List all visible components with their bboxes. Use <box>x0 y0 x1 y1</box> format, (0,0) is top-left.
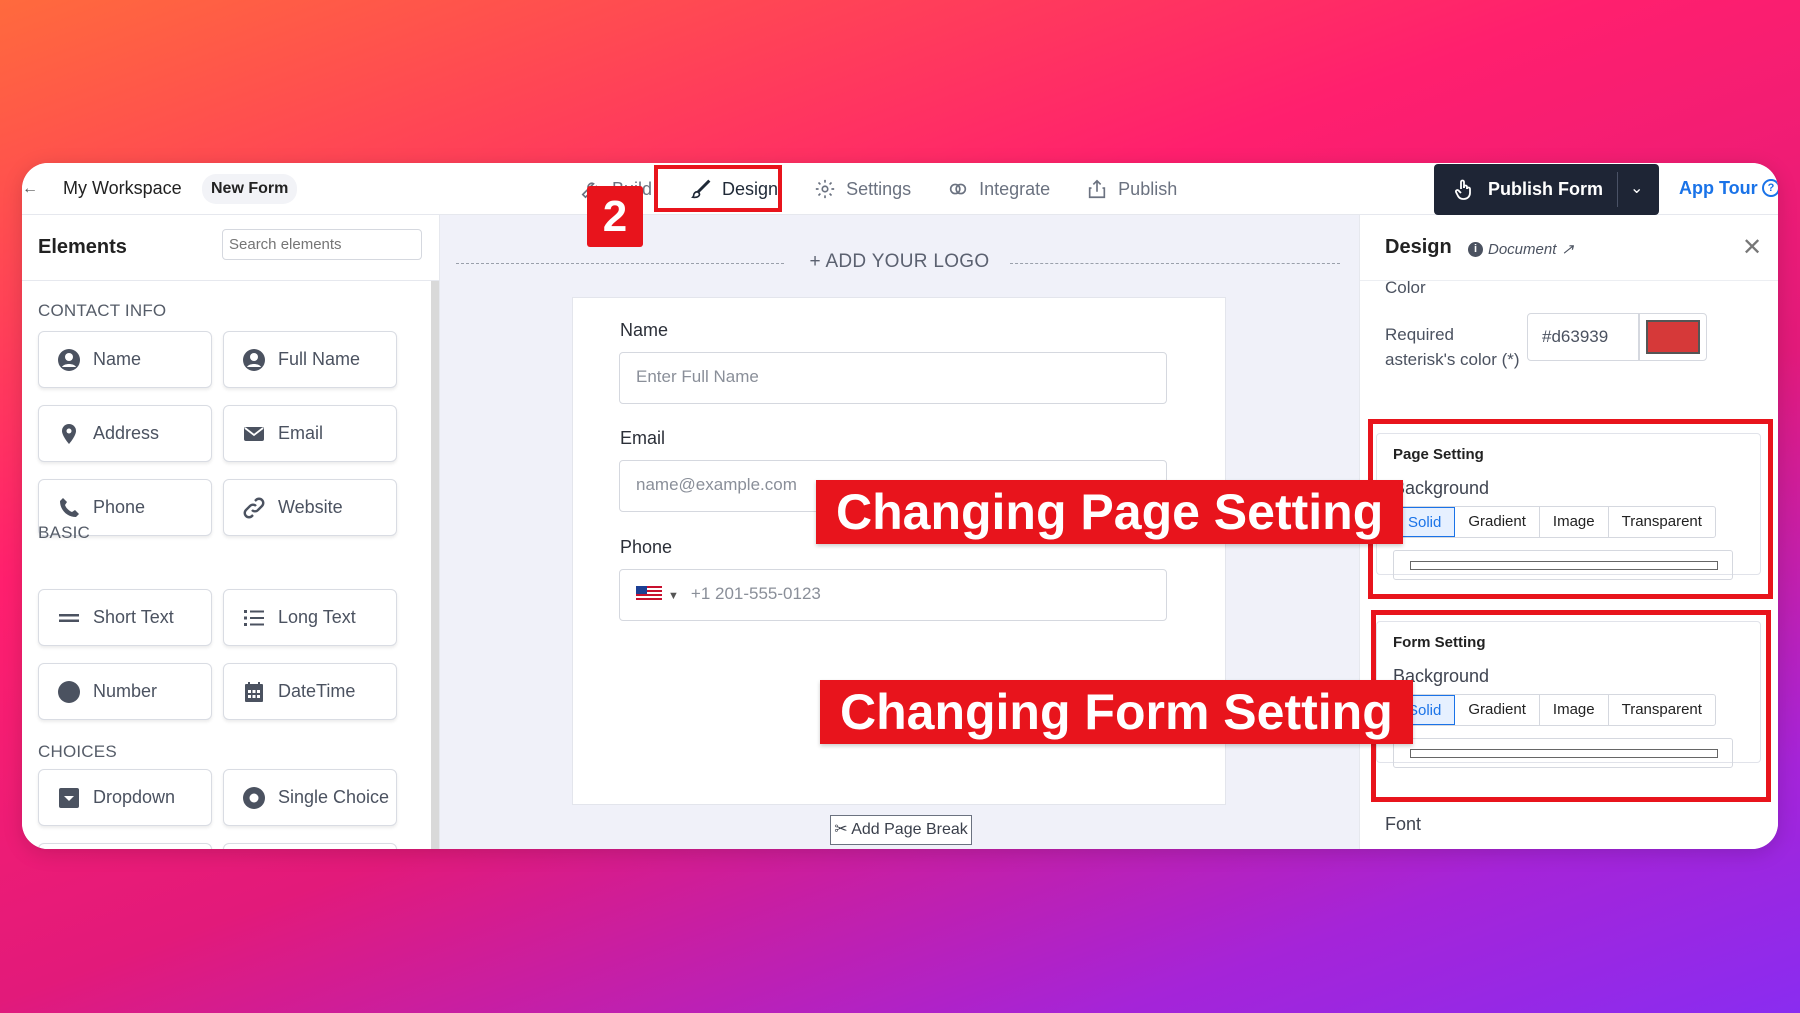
share-icon <box>1089 179 1106 199</box>
number-circle-icon <box>58 680 80 703</box>
element-next-row[interactable] <box>38 843 212 849</box>
design-panel-header: Design i Document ↗ ✕ <box>1360 215 1778 281</box>
font-label: Font <box>1385 814 1422 834</box>
element-email[interactable]: Email <box>223 405 397 462</box>
link-icon <box>243 497 265 518</box>
element-label: Single Choice <box>278 787 390 807</box>
chevron-down-icon[interactable]: ⌄ <box>1630 178 1643 198</box>
link-icon <box>949 183 967 195</box>
tab-integrate[interactable]: Integrate <box>929 163 1068 215</box>
top-bar: ← My Workspace New Form Build Design Set… <box>22 163 1778 215</box>
element-label: Phone <box>93 497 146 517</box>
asterisk-color-label: Required asterisk's color (*) <box>1385 325 1520 369</box>
phone-placeholder: +1 201-555-0123 <box>690 584 821 603</box>
form-name[interactable]: New Form <box>202 174 298 204</box>
element-website[interactable]: Website <box>223 479 397 536</box>
sidebar-header: Elements <box>22 215 439 281</box>
workspace-link[interactable]: My Workspace <box>63 178 182 199</box>
element-label: Address <box>93 423 160 443</box>
page-setting-callout: Changing Page Setting <box>816 480 1404 544</box>
tab-settings[interactable]: Settings <box>796 163 929 215</box>
search-elements-input[interactable] <box>222 229 422 260</box>
element-address[interactable]: Address <box>38 405 212 462</box>
section-basic: BASIC <box>38 523 91 542</box>
scissors-icon: ✂ <box>834 821 848 838</box>
document-link-label: Document <box>1488 240 1557 258</box>
tab-publish-label: Publish <box>1118 178 1178 199</box>
element-label: Name <box>93 349 142 369</box>
user-circle-icon <box>58 348 80 371</box>
us-flag-icon[interactable] <box>636 586 662 601</box>
calendar-icon <box>245 681 263 702</box>
help-icon[interactable]: ? <box>1762 179 1778 197</box>
field-label-name: Name <box>620 320 669 340</box>
dropdown-icon <box>59 787 79 808</box>
asterisk-hex-input[interactable]: #d63939 <box>1527 313 1639 361</box>
field-label-email: Email <box>620 428 666 448</box>
section-choices: CHOICES <box>38 742 117 761</box>
list-icon <box>244 609 264 626</box>
name-input[interactable]: Enter Full Name <box>619 352 1167 404</box>
design-panel-title: Design <box>1385 236 1452 258</box>
element-label: Long Text <box>278 607 356 627</box>
asterisk-color-swatch[interactable] <box>1639 313 1707 361</box>
info-icon: i <box>1468 241 1483 257</box>
sidebar-scrollbar[interactable] <box>431 281 439 849</box>
element-number[interactable]: Number <box>38 663 212 720</box>
add-logo-button[interactable]: + ADD YOUR LOGO <box>440 251 1359 273</box>
publish-form-label: Publish Form <box>1488 179 1604 199</box>
element-label: Short Text <box>93 607 174 627</box>
element-datetime[interactable]: DateTime <box>223 663 397 720</box>
add-page-break-label: Add Page Break <box>851 821 968 838</box>
country-dropdown-icon[interactable]: ▼ <box>668 590 679 602</box>
element-label: Dropdown <box>93 787 176 807</box>
document-link[interactable]: i Document ↗ <box>1468 240 1574 258</box>
step-badge: 2 <box>587 186 643 247</box>
element-next-row[interactable] <box>223 843 397 849</box>
form-setting-callout: Changing Form Setting <box>820 680 1413 744</box>
element-single-choice[interactable]: Single Choice <box>223 769 397 826</box>
map-pin-icon <box>62 423 76 444</box>
element-label: Full Name <box>278 349 361 369</box>
tab-integrate-label: Integrate <box>979 178 1051 199</box>
phone-icon <box>60 497 79 517</box>
gear-icon <box>815 179 835 199</box>
element-label: Email <box>278 423 324 443</box>
hand-pointer-icon <box>1455 179 1471 200</box>
envelope-icon <box>244 426 264 441</box>
element-label: Number <box>93 681 158 701</box>
short-text-icon <box>59 613 79 622</box>
field-label-phone: Phone <box>620 537 673 557</box>
asterisk-color-preview <box>1646 320 1700 354</box>
phone-input[interactable]: ▼ +1 201-555-0123 <box>619 569 1167 621</box>
elements-sidebar: Elements CONTACT INFO Name Full Name Add… <box>22 215 440 849</box>
back-arrow-icon[interactable]: ← <box>22 177 42 201</box>
close-icon[interactable]: ✕ <box>1742 233 1762 262</box>
publish-divider <box>1617 172 1618 207</box>
page-setting-highlight <box>1368 419 1773 599</box>
element-short-text[interactable]: Short Text <box>38 589 212 646</box>
publish-form-button[interactable]: Publish Form ⌄ <box>1434 164 1659 215</box>
element-name[interactable]: Name <box>38 331 212 388</box>
tab-publish[interactable]: Publish <box>1068 163 1195 215</box>
design-tab-highlight <box>654 165 782 212</box>
element-label: DateTime <box>278 681 356 701</box>
element-long-text[interactable]: Long Text <box>223 589 397 646</box>
logo-divider-right <box>1010 263 1340 264</box>
section-contact-info: CONTACT INFO <box>38 301 167 320</box>
app-tour-link[interactable]: App Tour <box>1679 178 1758 199</box>
form-setting-highlight <box>1371 610 1771 802</box>
element-dropdown[interactable]: Dropdown <box>38 769 212 826</box>
external-link-icon: ↗ <box>1561 241 1574 258</box>
tab-settings-label: Settings <box>846 178 912 199</box>
element-label: Website <box>278 497 343 517</box>
add-page-break-button[interactable]: ✂ Add Page Break <box>830 815 972 845</box>
element-full-name[interactable]: Full Name <box>223 331 397 388</box>
radio-icon <box>243 786 265 809</box>
sidebar-title: Elements <box>38 236 127 258</box>
user-circle-icon <box>243 348 265 371</box>
